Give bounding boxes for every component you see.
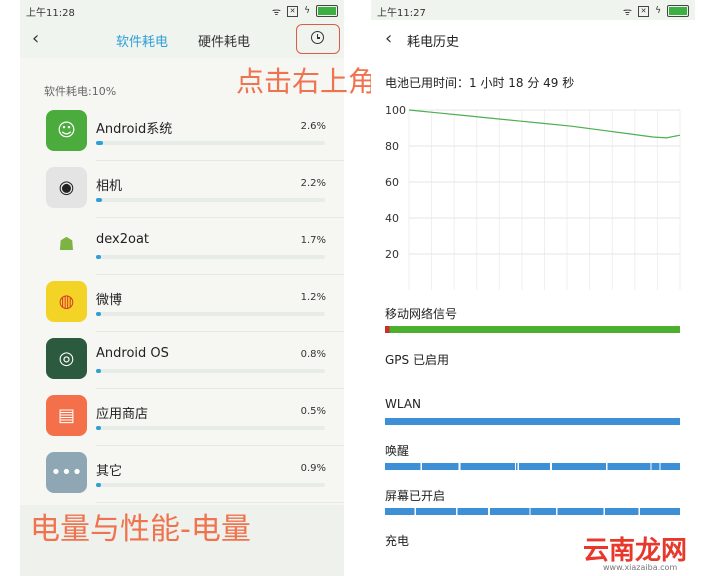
status-bar: 上午11:28 ᯤ ✕ ϟ: [20, 0, 344, 20]
app-name: 微博: [96, 293, 123, 308]
app-name: 相机: [96, 179, 123, 194]
wifi-icon: ᯤ: [271, 7, 282, 18]
charging-icon: ϟ: [655, 6, 661, 16]
annotation-path: 电量与性能-电量: [30, 512, 251, 547]
track-label: GPS 已启用: [385, 353, 449, 367]
app-list: ☺ Android系统 2.6% ◉ 相机 2.2% ☗ dex2oat 1.7% ◍ 微博 1.2%…: [20, 104, 344, 503]
clock-icon: [311, 31, 324, 44]
top-bar: ‹ 耗电历史: [371, 20, 695, 58]
usage-bar: [96, 255, 325, 259]
app-name: 应用商店: [96, 407, 149, 422]
app-percentage: 0.5%: [300, 406, 326, 417]
y-tick-label: 60: [385, 176, 399, 189]
track-bar: [385, 418, 680, 425]
back-icon[interactable]: ‹: [32, 28, 39, 49]
history-button[interactable]: [296, 24, 340, 54]
battery-elapsed-time: 电池已用时间：1 小时 18 分 49 秒: [385, 76, 575, 90]
app-name: 其它: [96, 464, 123, 479]
app-row[interactable]: ☺ Android系统 2.6%: [20, 104, 344, 161]
android-os-icon: ◎: [46, 338, 87, 379]
app-row[interactable]: ◍ 微博 1.2%: [20, 275, 344, 332]
app-row[interactable]: ◉ 相机 2.2%: [20, 161, 344, 218]
track-label: 屏幕已开启: [385, 489, 446, 503]
top-bar: ‹ 软件耗电 硬件耗电: [20, 20, 344, 58]
app-percentage: 1.2%: [300, 292, 326, 303]
usage-bar: [96, 483, 325, 487]
y-tick-label: 80: [385, 140, 399, 153]
usage-bar: [96, 198, 325, 202]
usage-bar: [96, 312, 325, 316]
app-row[interactable]: ☗ dex2oat 1.7%: [20, 218, 344, 275]
app-name: Android OS: [96, 346, 169, 361]
app-percentage: 0.8%: [300, 349, 326, 360]
no-sim-icon: ✕: [287, 5, 299, 17]
row-divider: [96, 502, 344, 503]
track-bar: [385, 463, 680, 470]
battery-level-chart: 100 80 60 40 20: [385, 104, 681, 290]
watermark-url: www.xiazaiba.com: [603, 563, 678, 572]
usage-bar-fill: [96, 141, 103, 145]
charging-icon: ϟ: [304, 6, 310, 16]
app-name: Android系统: [96, 122, 173, 137]
battery-icon: [667, 5, 689, 17]
weibo-icon: ◍: [46, 281, 87, 322]
no-sim-icon: ✕: [638, 5, 650, 17]
y-tick-label: 40: [385, 212, 399, 225]
y-tick-label: 100: [385, 104, 406, 117]
app-name: dex2oat: [96, 232, 150, 247]
app-percentage: 1.7%: [300, 235, 326, 246]
page-title: 耗电历史: [407, 35, 460, 50]
annotation-tap-top-right: 点击右上角: [236, 65, 377, 98]
android-robot-icon: ☗: [46, 224, 87, 265]
y-tick-label: 20: [385, 248, 399, 261]
status-bar: 上午11:27 ᯤ ✕ ϟ: [371, 0, 695, 20]
camera-icon: ◉: [46, 167, 87, 208]
wifi-icon: ᯤ: [622, 7, 633, 18]
usage-bar: [96, 141, 325, 145]
usage-bar-fill: [96, 198, 102, 202]
status-time: 上午11:27: [377, 8, 426, 19]
track-label: 唤醒: [385, 444, 410, 458]
usage-bar: [96, 426, 325, 430]
usage-bar-fill: [96, 255, 101, 259]
usage-bar-fill: [96, 312, 101, 316]
app-store-icon: ▤: [46, 395, 87, 436]
track-label: 充电: [385, 534, 410, 548]
track-bar: [385, 508, 680, 515]
track-label: WLAN: [385, 397, 422, 411]
app-percentage: 2.6%: [300, 121, 326, 132]
usage-bar-fill: [96, 426, 101, 430]
more-icon: •••: [46, 452, 87, 493]
track-label: 移动网络信号: [385, 307, 458, 321]
usage-bar-fill: [96, 369, 101, 373]
app-percentage: 2.2%: [300, 178, 326, 189]
app-percentage: 0.9%: [300, 463, 326, 474]
tab-software-usage[interactable]: 软件耗电: [116, 31, 168, 50]
back-icon[interactable]: ‹: [385, 28, 392, 49]
android-system-icon: ☺: [46, 110, 87, 151]
watermark-logo: 云南龙网: [583, 536, 688, 566]
usage-bar: [96, 369, 325, 373]
app-row[interactable]: ◎ Android OS 0.8%: [20, 332, 344, 389]
tab-hardware-usage[interactable]: 硬件耗电: [198, 31, 250, 50]
app-row[interactable]: ••• 其它 0.9%: [20, 446, 344, 503]
section-label: 软件耗电:10%: [44, 85, 117, 98]
battery-history-screen: 上午11:27 ᯤ ✕ ϟ ‹ 耗电历史 电池已用时间：1 小时 18 分 49…: [371, 0, 695, 576]
app-row[interactable]: ▤ 应用商店 0.5%: [20, 389, 344, 446]
status-time: 上午11:28: [26, 8, 75, 19]
track-bar: [385, 326, 680, 333]
usage-bar-fill: [96, 483, 101, 487]
battery-icon: [316, 5, 338, 17]
